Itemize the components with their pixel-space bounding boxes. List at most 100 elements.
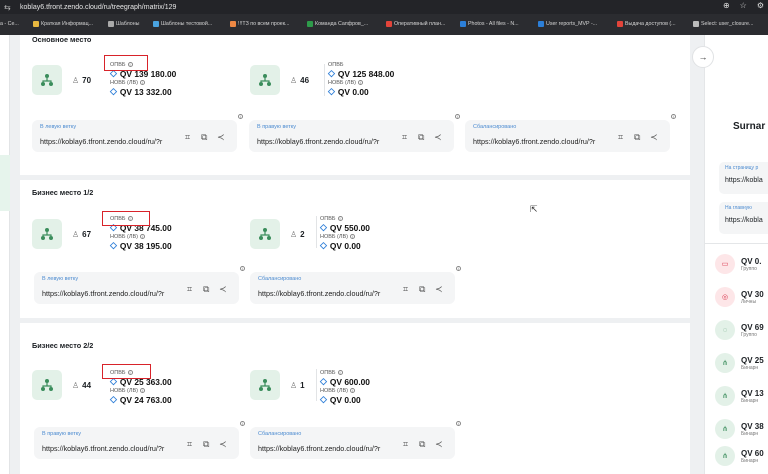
stat-item: ▭ QV 0. Группо — [715, 253, 761, 275]
copy-icon[interactable]: ⧉ — [201, 132, 207, 143]
bookmark-item[interactable]: User reports_MVP -... — [538, 21, 597, 27]
link-url[interactable]: https://koblay6.tfront.zendo.cloud/ru/?r — [42, 444, 182, 453]
right-branch-link: В правую ветку https://koblay6.tfront.ze… — [34, 421, 245, 459]
copy-icon[interactable]: ⧉ — [203, 439, 209, 450]
novb-label: НОВБ (ЛВ) — [320, 233, 348, 240]
info-icon[interactable]: i — [456, 421, 461, 426]
info-icon[interactable]: i — [140, 80, 145, 85]
qr-code-icon[interactable]: ⌗ — [185, 132, 190, 143]
copy-icon[interactable]: ⧉ — [418, 132, 424, 143]
stat-item: ◎ QV 30 Личны — [715, 286, 764, 308]
qr-code-icon[interactable]: ⌗ — [402, 132, 407, 143]
link-title: В левую ветку — [42, 276, 79, 282]
partner-count: 1 — [300, 380, 305, 390]
stat-item: ⋔ QV 13 Бинарн — [715, 385, 764, 407]
link-url[interactable]: https://kobla — [725, 217, 763, 224]
left-branch-link: В левую ветку https://koblay6.tfront.zen… — [32, 114, 243, 152]
arrow-right-icon[interactable]: → — [692, 46, 714, 68]
stat-label: Бинарн — [741, 364, 759, 371]
left-team-summary: ♙ 67 — [32, 216, 91, 252]
bookmark-item[interactable]: Краткая Информац... — [33, 21, 93, 27]
stat-value: QV 25 — [741, 355, 764, 365]
link-url[interactable]: https://koblay6.tfront.zendo.cloud/ru/?r — [473, 137, 613, 146]
novb-value: QV 0.00 — [329, 394, 361, 405]
link-url[interactable]: https://koblay6.tfront.zendo.cloud/ru/?r — [40, 137, 180, 146]
bookmark-item[interactable]: Оперативный план... — [386, 21, 445, 27]
bookmark-star-icon[interactable]: ☆ — [740, 1, 747, 10]
share-icon[interactable]: ≺ — [435, 439, 443, 450]
link-title: На главную — [725, 205, 752, 211]
qr-code-icon[interactable]: ⌗ — [187, 439, 192, 450]
info-icon[interactable]: i — [140, 388, 145, 393]
zoom-icon[interactable]: ⊕ — [723, 1, 730, 10]
tree-icon — [32, 65, 62, 95]
link-url[interactable]: https://koblay6.tfront.zendo.cloud/ru/?r — [258, 444, 398, 453]
diamond-icon: ◇ — [110, 240, 117, 250]
tree-icon — [32, 370, 62, 400]
info-icon[interactable]: i — [240, 421, 245, 426]
info-icon[interactable]: i — [358, 80, 363, 85]
referral-page-link[interactable]: На страницу р https://kobla — [719, 162, 768, 194]
tree-icon: ⋔ — [715, 353, 735, 373]
link-title: В левую ветку — [40, 124, 77, 130]
site-settings-icon[interactable]: ⇆ — [4, 3, 14, 12]
qr-code-icon[interactable]: ⌗ — [187, 284, 192, 295]
qr-code-icon[interactable]: ⌗ — [618, 132, 623, 143]
link-url[interactable]: https://kobla — [725, 177, 763, 184]
section-main-place: Основное место ♙ 70 ОПВБ i ◇ QV 139 180.00 … — [20, 35, 690, 175]
copy-icon[interactable]: ⧉ — [203, 284, 209, 295]
copy-icon[interactable]: ⧉ — [634, 132, 640, 143]
tree-icon: ⋔ — [715, 419, 735, 439]
info-icon[interactable]: i — [238, 114, 243, 119]
info-icon[interactable]: i — [240, 266, 245, 271]
novb-label: НОВБ (ЛВ) — [328, 79, 356, 86]
group-volume-icon: ▭ — [715, 254, 735, 274]
link-url[interactable]: https://koblay6.tfront.zendo.cloud/ru/?r — [42, 289, 182, 298]
section-title: Бизнес место 1/2 — [32, 188, 94, 197]
tree-icon — [32, 219, 62, 249]
share-icon[interactable]: ≺ — [219, 439, 227, 450]
info-icon[interactable]: i — [671, 114, 676, 119]
qr-code-icon[interactable]: ⌗ — [403, 439, 408, 450]
bookmark-item[interactable]: Шаблоны — [108, 21, 139, 27]
bookmark-favicon — [307, 21, 313, 27]
bookmark-favicon — [230, 21, 236, 27]
share-icon[interactable]: ≺ — [219, 284, 227, 295]
left-team-summary: ♙ 70 — [32, 62, 91, 98]
bookmark-item[interactable]: Photos - All files - N... — [460, 21, 519, 27]
main-page-link[interactable]: На главную https://kobla — [719, 202, 768, 234]
bookmark-item[interactable]: !!!ТЗ по всем проек... — [230, 21, 289, 27]
share-icon[interactable]: ≺ — [217, 132, 225, 143]
info-icon[interactable]: i — [455, 114, 460, 119]
copy-icon[interactable]: ⧉ — [419, 284, 425, 295]
qr-code-icon[interactable]: ⌗ — [403, 284, 408, 295]
link-url[interactable]: https://koblay6.tfront.zendo.cloud/ru/?r — [258, 289, 398, 298]
share-icon[interactable]: ≺ — [435, 284, 443, 295]
bookmark-favicon — [460, 21, 466, 27]
stat-item: ⋔ QV 25 Бинарн — [715, 352, 764, 374]
bookmark-item[interactable]: Select: user_closure... — [693, 21, 753, 27]
person-icon: ♙ — [72, 380, 80, 390]
address-bar[interactable]: ⇆ koblay6.tfront.zendo.cloud/ru/treegrap… — [0, 0, 768, 14]
share-icon[interactable]: ≺ — [434, 132, 442, 143]
partner-count: 70 — [82, 75, 92, 85]
bookmark-item[interactable]: Шаблоны тестовой... — [153, 21, 212, 27]
bookmark-favicon — [693, 21, 699, 27]
extensions-icon[interactable]: ⚙ — [757, 1, 764, 10]
url-text[interactable]: koblay6.tfront.zendo.cloud/ru/treegraph/… — [20, 4, 176, 11]
info-icon[interactable]: i — [337, 370, 343, 375]
copy-icon[interactable]: ⧉ — [419, 439, 425, 450]
link-url[interactable]: https://koblay6.tfront.zendo.cloud/ru/?r — [257, 137, 397, 146]
bookmark-item[interactable]: Команда Сапфров_... — [307, 21, 368, 27]
divider — [705, 243, 768, 244]
stat-item: ◌ QV 69 Группо — [715, 319, 764, 341]
info-icon[interactable]: i — [350, 234, 355, 239]
info-icon[interactable]: i — [350, 388, 355, 393]
info-icon[interactable]: i — [337, 216, 343, 221]
bookmark-item[interactable]: а - Се... — [0, 21, 19, 27]
share-icon[interactable]: ≺ — [650, 132, 658, 143]
bookmark-item[interactable]: Выдача доступов (... — [617, 21, 676, 27]
info-icon[interactable]: i — [456, 266, 461, 271]
info-icon[interactable]: i — [140, 234, 145, 239]
section-business-place-2: Бизнес место 2/2 ♙ 44 ОПВБ i ◇ QV 25 363.00… — [20, 323, 690, 474]
